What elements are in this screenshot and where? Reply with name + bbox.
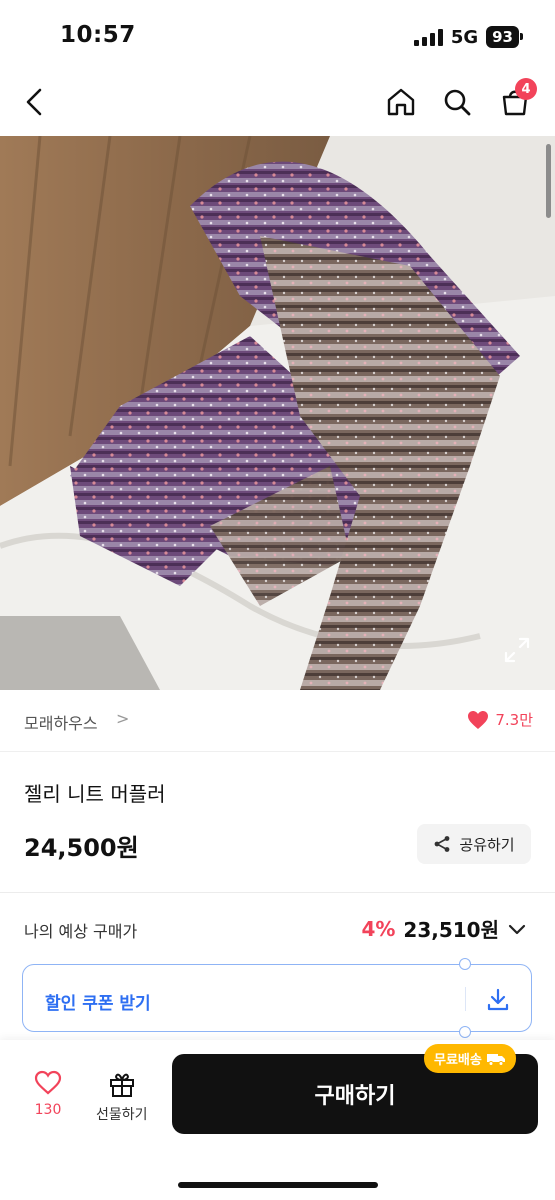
coupon-label: 할인 쿠폰 받기	[45, 994, 151, 1014]
chevron-down-icon	[508, 924, 526, 934]
nav-bar: 4	[0, 70, 555, 134]
like-count: 7.3만	[495, 711, 533, 729]
cart-icon[interactable]: 4	[497, 78, 537, 120]
back-icon[interactable]	[16, 84, 52, 120]
chevron-right-icon: >	[116, 709, 130, 728]
gift-icon	[109, 1073, 134, 1097]
status-indicators: 5G 93	[413, 26, 523, 48]
like-summary[interactable]: 7.3만	[467, 709, 533, 730]
scarf-photo	[0, 136, 555, 690]
signal-icon	[413, 28, 443, 46]
seller-row[interactable]: 모래하우스 > 7.3만	[0, 690, 555, 752]
bottom-action-bar: 130 선물하기 구매하기 무료배송	[0, 1040, 555, 1200]
cart-count-badge: 4	[515, 78, 537, 100]
coupon-separator	[465, 987, 466, 1011]
network-type: 5G	[450, 26, 479, 48]
free-shipping-label: 무료배송	[434, 1053, 482, 1068]
expected-price-label: 나의 예상 구매가	[24, 922, 138, 941]
share-label: 공유하기	[459, 835, 515, 854]
home-icon[interactable]	[383, 84, 419, 120]
seller-name[interactable]: 모래하우스	[24, 710, 98, 734]
coupon-notch-bottom	[459, 1026, 471, 1038]
home-indicator	[178, 1182, 378, 1188]
image-scroll-indicator	[546, 144, 551, 218]
divider	[0, 892, 555, 893]
share-icon	[434, 836, 450, 852]
product-image[interactable]	[0, 136, 555, 690]
expand-icon[interactable]	[503, 636, 531, 664]
discount-rate: 4%	[361, 916, 396, 941]
like-button[interactable]: 130	[34, 1070, 62, 1118]
heart-outline-icon	[34, 1070, 62, 1095]
download-icon[interactable]	[485, 987, 511, 1013]
status-time: 10:57	[60, 22, 136, 48]
like-button-count: 130	[34, 1102, 62, 1118]
expected-price: 23,510원	[403, 918, 499, 942]
heart-filled-icon	[468, 710, 489, 729]
gift-label: 선물하기	[96, 1107, 148, 1123]
status-bar: 10:57 5G 93	[0, 0, 555, 70]
share-button[interactable]: 공유하기	[417, 824, 531, 864]
coupon-notch-top	[459, 958, 471, 970]
battery-icon: 93	[486, 26, 523, 48]
product-title: 젤리 니트 머플러	[24, 782, 166, 806]
search-icon[interactable]	[439, 84, 475, 120]
truck-icon	[486, 1053, 505, 1066]
product-price: 24,500원	[24, 834, 139, 862]
expected-price-toggle[interactable]: 4% 23,510원	[361, 914, 527, 943]
gift-button[interactable]: 선물하기	[96, 1070, 148, 1124]
free-shipping-badge: 무료배송	[424, 1044, 516, 1073]
coupon-button[interactable]: 할인 쿠폰 받기	[22, 958, 532, 1038]
